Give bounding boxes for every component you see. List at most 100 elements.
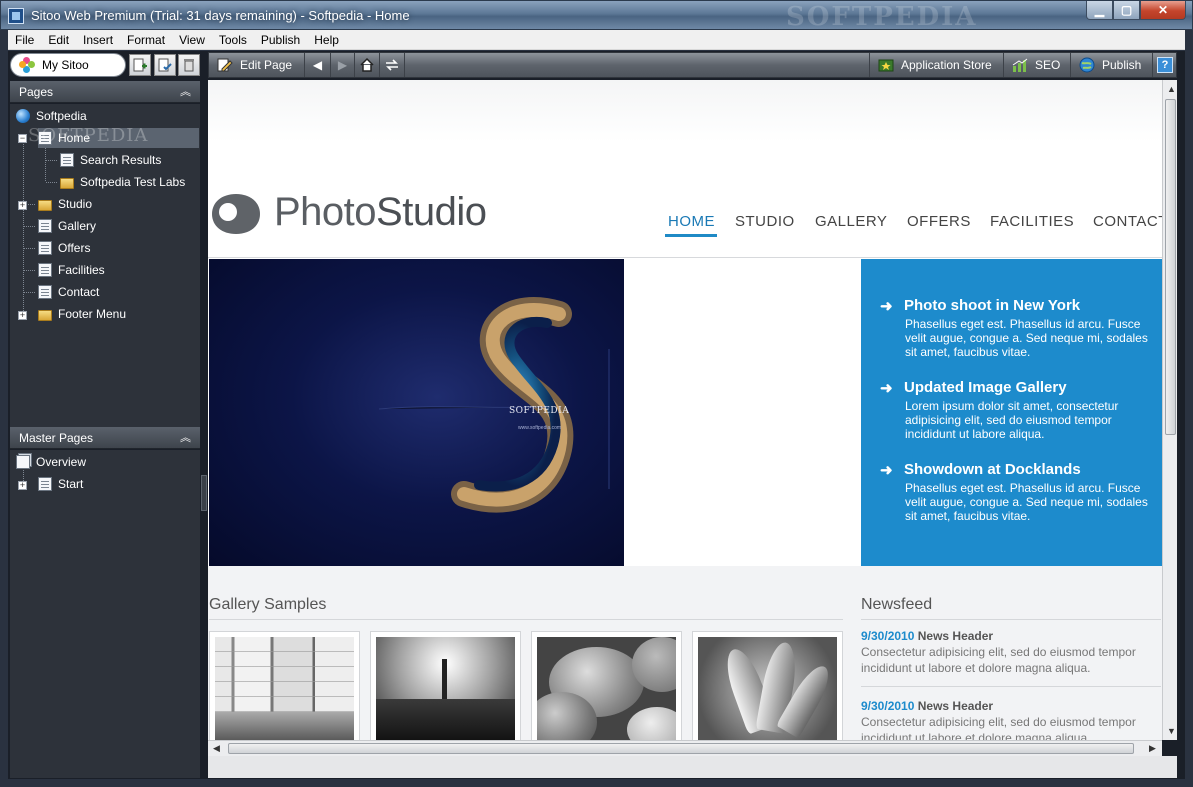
- nav-gallery[interactable]: GALLERY: [815, 213, 887, 230]
- app-store-label: Application Store: [901, 58, 992, 72]
- help-icon: ?: [1157, 57, 1173, 73]
- tree-label: Gallery: [58, 219, 97, 233]
- gallery-thumbnail-flower[interactable]: [692, 631, 843, 740]
- tree-item-gallery[interactable]: Gallery: [38, 216, 96, 236]
- expand-start-toggle[interactable]: +: [18, 481, 27, 490]
- gallery-thumbnail-stones[interactable]: [531, 631, 682, 740]
- edit-page-button[interactable]: Edit Page: [209, 53, 305, 77]
- tree-item-contact[interactable]: Contact: [38, 282, 99, 302]
- splitter-grip[interactable]: [201, 475, 207, 511]
- collapse-icon[interactable]: ︽: [180, 81, 191, 103]
- forward-button[interactable]: ▶: [331, 53, 355, 77]
- panel-splitter[interactable]: [200, 80, 208, 778]
- watermark: SOFTPEDIA: [786, 2, 978, 32]
- scroll-down-icon[interactable]: ▼: [1167, 726, 1176, 736]
- minimize-button[interactable]: ▁: [1086, 1, 1113, 20]
- site-logo-text[interactable]: PhotoStudio: [274, 190, 487, 235]
- scroll-up-icon[interactable]: ▲: [1167, 84, 1176, 94]
- menu-tools[interactable]: Tools: [212, 30, 254, 50]
- hero-news-title[interactable]: Photo shoot in New York: [904, 297, 1080, 314]
- pages-panel-header[interactable]: Pages ︽: [10, 81, 200, 103]
- nav-home[interactable]: HOME: [668, 213, 715, 230]
- publish-button[interactable]: Publish: [1071, 53, 1153, 77]
- news-divider: [861, 686, 1161, 687]
- menu-view[interactable]: View: [172, 30, 212, 50]
- maximize-icon: ▢: [1120, 3, 1133, 17]
- hero-news-title[interactable]: Updated Image Gallery: [904, 379, 1067, 396]
- menu-bar: File Edit Insert Format View Tools Publi…: [8, 30, 1185, 50]
- tree-item-home[interactable]: Home: [38, 128, 199, 148]
- nav-active-indicator: [665, 234, 717, 237]
- nav-offers[interactable]: OFFERS: [907, 213, 971, 230]
- menu-publish[interactable]: Publish: [254, 30, 307, 50]
- vertical-scroll-thumb[interactable]: [1165, 99, 1176, 435]
- edit-page-label: Edit Page: [240, 58, 293, 72]
- collapse-icon[interactable]: ︽: [180, 427, 191, 449]
- tree-item-offers[interactable]: Offers: [38, 238, 90, 258]
- gallery-thumbnail-architecture[interactable]: [209, 631, 360, 740]
- menu-format[interactable]: Format: [120, 30, 172, 50]
- add-page-button[interactable]: [129, 54, 151, 76]
- window-title: Sitoo Web Premium (Trial: 31 days remain…: [31, 8, 410, 23]
- tree-item-facilities[interactable]: Facilities: [38, 260, 105, 280]
- master-tree: [10, 450, 200, 778]
- master-panel-header[interactable]: Master Pages ︽: [10, 427, 200, 449]
- expand-footer-toggle[interactable]: +: [18, 311, 27, 320]
- home-button[interactable]: [355, 53, 380, 77]
- tree-label: Home: [58, 131, 91, 145]
- newsfeed-item[interactable]: 9/30/2010 News Header Consectetur adipis…: [861, 628, 1156, 676]
- tree-item-overview[interactable]: Overview: [16, 452, 86, 472]
- back-button[interactable]: ◀: [305, 53, 331, 77]
- horizontal-scrollbar[interactable]: ◀ ▶: [208, 740, 1162, 756]
- menu-file[interactable]: File: [8, 30, 41, 50]
- tree-label: Overview: [36, 455, 87, 469]
- nav-contact[interactable]: CONTACT: [1093, 213, 1162, 230]
- tree-label: Contact: [58, 285, 100, 299]
- help-button[interactable]: ?: [1153, 53, 1177, 77]
- refresh-icon: [386, 59, 398, 71]
- hero-news-body: Phasellus eget est. Phasellus id arcu. F…: [905, 481, 1148, 523]
- tree-item-start[interactable]: Start: [38, 474, 83, 494]
- hero-news-body: Phasellus eget est. Phasellus id arcu. F…: [905, 317, 1148, 359]
- application-store-button[interactable]: Application Store: [869, 53, 1004, 77]
- tree-item-softpedia[interactable]: Softpedia: [16, 106, 87, 126]
- seo-button[interactable]: SEO: [1004, 53, 1071, 77]
- collapse-home-toggle[interactable]: −: [18, 134, 27, 143]
- arrow-right-icon: ➜: [880, 462, 893, 479]
- menu-edit[interactable]: Edit: [41, 30, 76, 50]
- newsfeed-item[interactable]: 9/30/2010 News Header Consectetur adipis…: [861, 698, 1156, 740]
- gallery-thumbnail-lighthouse[interactable]: [370, 631, 521, 740]
- pages-panel-title: Pages: [19, 85, 54, 99]
- menu-help[interactable]: Help: [307, 30, 346, 50]
- scroll-right-icon[interactable]: ▶: [1149, 743, 1156, 754]
- scroll-left-icon[interactable]: ◀: [213, 743, 220, 754]
- nav-facilities[interactable]: FACILITIES: [990, 213, 1074, 230]
- editor-toolbar: Edit Page ◀ ▶ Application Store SEO Publ…: [208, 52, 1177, 78]
- app-icon[interactable]: [8, 8, 24, 24]
- trash-icon: [184, 59, 194, 72]
- refresh-button[interactable]: [380, 53, 405, 77]
- maximize-button[interactable]: ▢: [1113, 1, 1140, 20]
- news-body: Consectetur adipisicing elit, sed do eiu…: [861, 715, 1136, 740]
- newsfeed-divider: [861, 619, 1161, 620]
- horizontal-scroll-thumb[interactable]: [228, 743, 1134, 754]
- tree-item-test-labs[interactable]: Softpedia Test Labs: [60, 172, 185, 192]
- tree-item-footer-menu[interactable]: Footer Menu: [38, 304, 126, 324]
- expand-studio-toggle[interactable]: +: [18, 201, 27, 210]
- my-sitoo-button[interactable]: My Sitoo: [10, 53, 126, 77]
- tree-item-search-results[interactable]: Search Results: [60, 150, 161, 170]
- page-properties-button[interactable]: [154, 54, 176, 76]
- delete-page-button[interactable]: [178, 54, 200, 76]
- app-store-icon: [878, 59, 894, 72]
- folder-icon: [60, 177, 74, 189]
- news-date: 9/30/2010: [861, 629, 915, 643]
- tree-item-studio[interactable]: Studio: [38, 194, 92, 214]
- hero-url: www.softpedia.com: [518, 425, 562, 431]
- menu-insert[interactable]: Insert: [76, 30, 120, 50]
- nav-studio[interactable]: STUDIO: [735, 213, 795, 230]
- page-icon: [38, 219, 52, 233]
- vertical-scrollbar[interactable]: ▲ ▼: [1162, 80, 1177, 740]
- close-button[interactable]: ✕: [1140, 1, 1186, 20]
- hero-news-title[interactable]: Showdown at Docklands: [904, 461, 1081, 478]
- news-header: News Header: [917, 699, 994, 713]
